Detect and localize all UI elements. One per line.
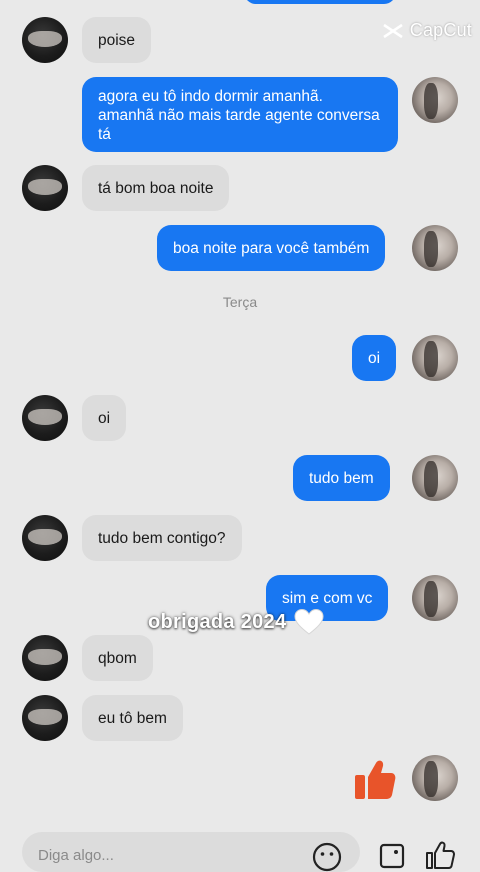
- message-text: boa noite para você também: [173, 239, 370, 257]
- video-overlay-caption: obrigada 2024: [148, 608, 324, 636]
- caption-text: obrigada 2024: [148, 610, 287, 633]
- message-text: agora eu tô indo dormir amanhã. amanhã n…: [98, 88, 380, 143]
- message-composer[interactable]: [22, 832, 360, 872]
- outgoing-message[interactable]: oi: [352, 335, 397, 381]
- incoming-message[interactable]: tá bom boa noite: [82, 165, 230, 211]
- incoming-message[interactable]: poise: [82, 17, 152, 63]
- outgoing-message[interactable]: tudo bem: [293, 455, 390, 501]
- gallery-icon[interactable]: [378, 842, 406, 870]
- watermark-label: CapCut: [409, 20, 472, 40]
- user-avatar[interactable]: [412, 455, 458, 501]
- thumbs-up-sticker[interactable]: [354, 757, 396, 801]
- capcut-watermark: CapCut: [382, 20, 472, 41]
- contact-avatar[interactable]: [22, 635, 68, 681]
- incoming-message[interactable]: tudo bem contigo?: [82, 515, 242, 561]
- message-text: sim e com vc: [282, 589, 373, 607]
- white-heart-icon: [294, 608, 324, 635]
- contact-avatar[interactable]: [22, 695, 68, 741]
- message-text: poise: [98, 31, 136, 49]
- like-icon[interactable]: [424, 840, 456, 870]
- contact-avatar[interactable]: [22, 165, 68, 211]
- message-text: eu tô bem: [98, 709, 167, 727]
- message-text: oi: [368, 349, 381, 367]
- contact-avatar[interactable]: [22, 17, 68, 63]
- user-avatar[interactable]: [412, 575, 458, 621]
- user-avatar[interactable]: [412, 77, 458, 123]
- incoming-message[interactable]: qbom: [82, 635, 153, 681]
- message-text: tá bom boa noite: [98, 179, 214, 197]
- contact-avatar[interactable]: [22, 395, 68, 441]
- message-input[interactable]: [36, 846, 280, 865]
- message-text: tudo bem: [309, 469, 374, 487]
- user-avatar[interactable]: [412, 755, 458, 801]
- capcut-logo-icon: [383, 23, 403, 38]
- user-avatar[interactable]: [412, 335, 458, 381]
- user-avatar[interactable]: [412, 225, 458, 271]
- outgoing-bubble-partial[interactable]: [244, 0, 396, 4]
- contact-avatar[interactable]: [22, 515, 68, 561]
- day-separator: Terça: [222, 294, 258, 310]
- incoming-message[interactable]: eu tô bem: [82, 695, 183, 741]
- outgoing-message[interactable]: boa noite para você também: [157, 225, 386, 271]
- message-text: tudo bem contigo?: [98, 529, 226, 547]
- incoming-message[interactable]: oi: [82, 395, 127, 441]
- message-text: oi: [98, 409, 111, 427]
- emoji-icon[interactable]: [312, 842, 342, 872]
- outgoing-message[interactable]: agora eu tô indo dormir amanhã. amanhã n…: [82, 77, 398, 152]
- message-text: qbom: [98, 649, 137, 667]
